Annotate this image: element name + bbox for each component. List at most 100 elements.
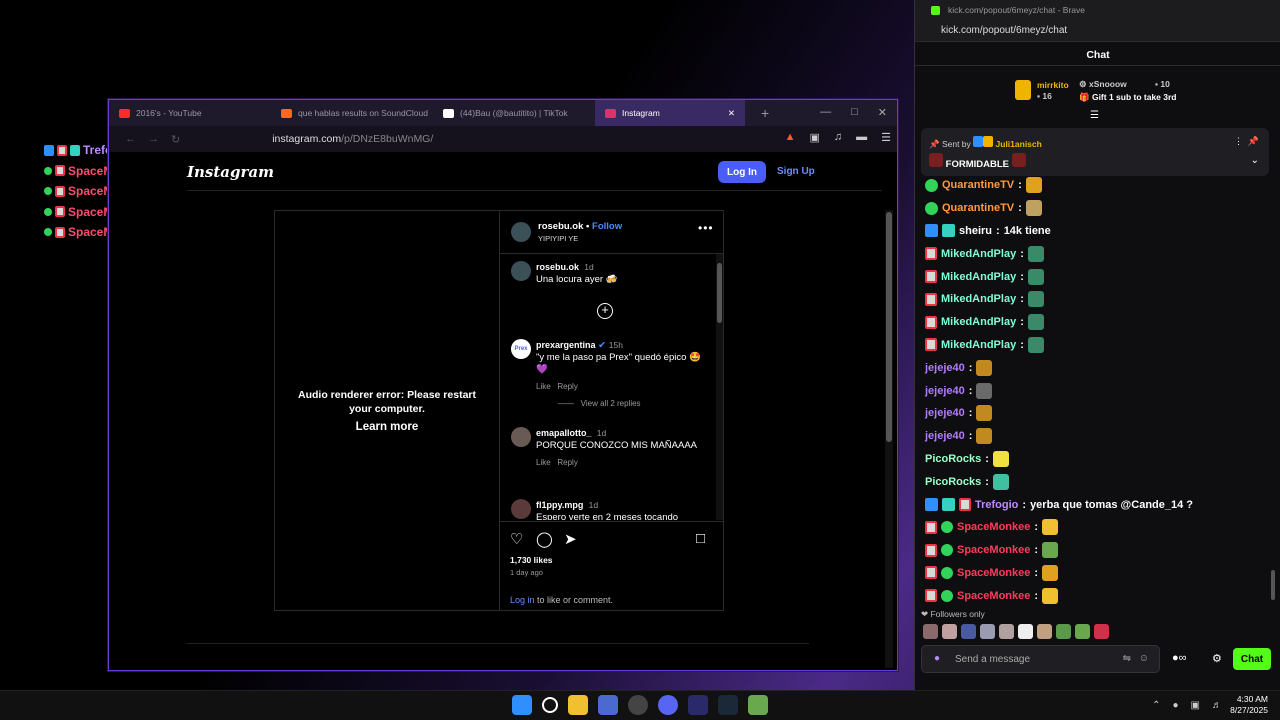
emote-icon [1027, 314, 1044, 331]
badge-icon [973, 136, 984, 147]
screenshot-icon[interactable]: ▣ [809, 131, 819, 144]
emote-icon[interactable] [1075, 624, 1090, 639]
likes-count[interactable]: 1,730 likes [510, 555, 553, 565]
login-button[interactable]: Log In [718, 161, 766, 183]
extension-icon[interactable]: ▬ [856, 131, 867, 144]
soundcloud-icon [281, 108, 292, 118]
load-more-icon[interactable]: + [597, 303, 613, 319]
avatar[interactable] [511, 222, 531, 242]
emote-icon[interactable] [999, 624, 1014, 639]
emote-icon [1011, 153, 1026, 167]
emoji-icon[interactable]: ☺ [1139, 653, 1149, 664]
game-icon[interactable] [748, 695, 768, 715]
scrollbar-thumb[interactable] [886, 212, 892, 442]
more-options-icon[interactable]: ••• [698, 221, 714, 235]
close-tab-icon[interactable]: ✕ [728, 108, 735, 119]
start-icon[interactable] [512, 695, 532, 715]
reply-link[interactable]: Reply [557, 382, 577, 391]
back-icon[interactable]: ← [125, 133, 136, 145]
tiktok-icon [443, 108, 454, 118]
leader-2[interactable]: ⚙ xSnooow [1079, 79, 1127, 90]
network-icon[interactable]: ▣ [1191, 700, 1200, 711]
emote-icon[interactable] [961, 624, 976, 639]
login-prompt: Log in to like or comment. [510, 595, 614, 605]
reload-icon[interactable]: ↻ [171, 133, 180, 146]
badge-settings-icon[interactable]: ●∞ [1172, 652, 1187, 664]
emote-icon[interactable] [980, 624, 995, 639]
avatar[interactable] [511, 499, 531, 519]
badge-icon [925, 338, 937, 352]
chat-message: MikedAndPlay: [925, 334, 1265, 357]
chat-address-bar[interactable]: kick.com/popout/6meyz/chat [915, 20, 1280, 42]
emote-icon[interactable] [1018, 624, 1033, 639]
learn-more-link[interactable]: Learn more [356, 421, 419, 433]
more-icon[interactable]: ⋮ [1234, 136, 1243, 147]
send-chat-button[interactable]: Chat [1233, 648, 1271, 670]
avatar[interactable]: Prex [511, 339, 531, 359]
steam-icon[interactable] [718, 695, 738, 715]
post-author: rosebu.ok • Follow [538, 221, 623, 232]
emote-icon[interactable] [923, 624, 938, 639]
tab-strip: 2016's - YouTube que hablas results on So… [109, 100, 897, 126]
chatgpt-icon[interactable] [628, 695, 648, 715]
music-icon[interactable]: ♫ [834, 131, 842, 144]
chevron-down-icon[interactable]: ⌄ [1251, 155, 1259, 166]
emote-icon[interactable] [1037, 624, 1052, 639]
clock[interactable]: 4:30 AM 8/27/2025 [1230, 694, 1268, 716]
follow-button[interactable]: Follow [592, 221, 622, 232]
emote-icon[interactable] [1094, 624, 1109, 639]
mic-icon[interactable]: ● [1173, 700, 1179, 711]
emote-icon[interactable] [1056, 624, 1071, 639]
pin-icon[interactable]: 📌 [1248, 136, 1259, 147]
search-icon[interactable] [542, 697, 558, 713]
chat-scrollbar[interactable] [1271, 570, 1275, 600]
brave-icon[interactable] [688, 695, 708, 715]
url-text[interactable]: instagram.com/p/DNzE8buWnMG/ [272, 133, 433, 145]
store-icon[interactable] [598, 695, 618, 715]
avatar[interactable] [511, 261, 531, 281]
chevron-up-icon[interactable]: ⌃ [1152, 700, 1160, 711]
new-tab-icon[interactable]: + [761, 105, 769, 121]
mic-icon[interactable]: ● [934, 653, 940, 664]
kick-icon [931, 5, 940, 15]
instagram-logo[interactable]: Instagram [187, 163, 274, 181]
view-replies-link[interactable]: —— View all 2 replies [558, 398, 706, 410]
comment-icon[interactable]: ◯ [536, 530, 553, 548]
like-link[interactable]: Like [536, 382, 551, 391]
maximize-icon[interactable]: □ [851, 106, 858, 119]
bookmark-icon[interactable]: □ [696, 530, 705, 547]
signup-link[interactable]: Sign Up [777, 166, 815, 177]
tab-instagram[interactable]: Instagram ✕ [595, 100, 745, 126]
translate-icon[interactable]: ⇋ [1123, 653, 1131, 664]
taskbar: ⌃ ● ▣ ♬ 4:30 AM 8/27/2025 [0, 690, 1280, 720]
discord-icon[interactable] [658, 695, 678, 715]
gift-sub-button[interactable]: 🎁 Gift 1 sub to take 3rd [1079, 92, 1177, 103]
chat-message: sheiru: 14k tiene [925, 220, 1265, 243]
brave-shield-icon[interactable]: ▲ [785, 131, 796, 144]
scrollbar-thumb[interactable] [717, 263, 722, 323]
message-input[interactable]: ● Send a message ⇋ ☺ [921, 645, 1160, 673]
forward-icon[interactable]: → [148, 133, 159, 145]
share-icon[interactable]: ➤ [564, 530, 577, 548]
like-link[interactable]: Like [536, 458, 551, 467]
tab-tiktok[interactable]: (44)Bau (@bautitito) | TikTok [433, 100, 595, 126]
login-link[interactable]: Log in [510, 595, 535, 605]
reply-link[interactable]: Reply [557, 458, 577, 467]
heart-icon[interactable]: ♡ [510, 530, 523, 548]
volume-icon[interactable]: ♬ [1212, 700, 1222, 711]
gear-icon[interactable]: ⚙ [1212, 652, 1222, 665]
expand-icon[interactable]: ☰ [1090, 110, 1099, 121]
emote-icon [1042, 542, 1059, 559]
minimize-icon[interactable]: — [820, 106, 831, 119]
close-icon[interactable]: ✕ [878, 106, 887, 119]
badge-icon [925, 224, 938, 238]
emote-icon[interactable] [942, 624, 957, 639]
menu-icon[interactable]: ☰ [881, 131, 891, 144]
tab-youtube[interactable]: 2016's - YouTube [109, 100, 271, 126]
comment: emapallotto_ 1d PORQUE CONOZCO MIS MAÑAA… [536, 428, 697, 467]
tab-soundcloud[interactable]: que hablas results on SoundCloud [271, 100, 433, 126]
avatar[interactable] [511, 427, 531, 447]
folder-icon[interactable] [568, 695, 588, 715]
emote-bar [923, 624, 1109, 639]
address-bar[interactable]: ← → ↻ instagram.com/p/DNzE8buWnMG/ ▲ ▣ ♫… [109, 126, 897, 152]
